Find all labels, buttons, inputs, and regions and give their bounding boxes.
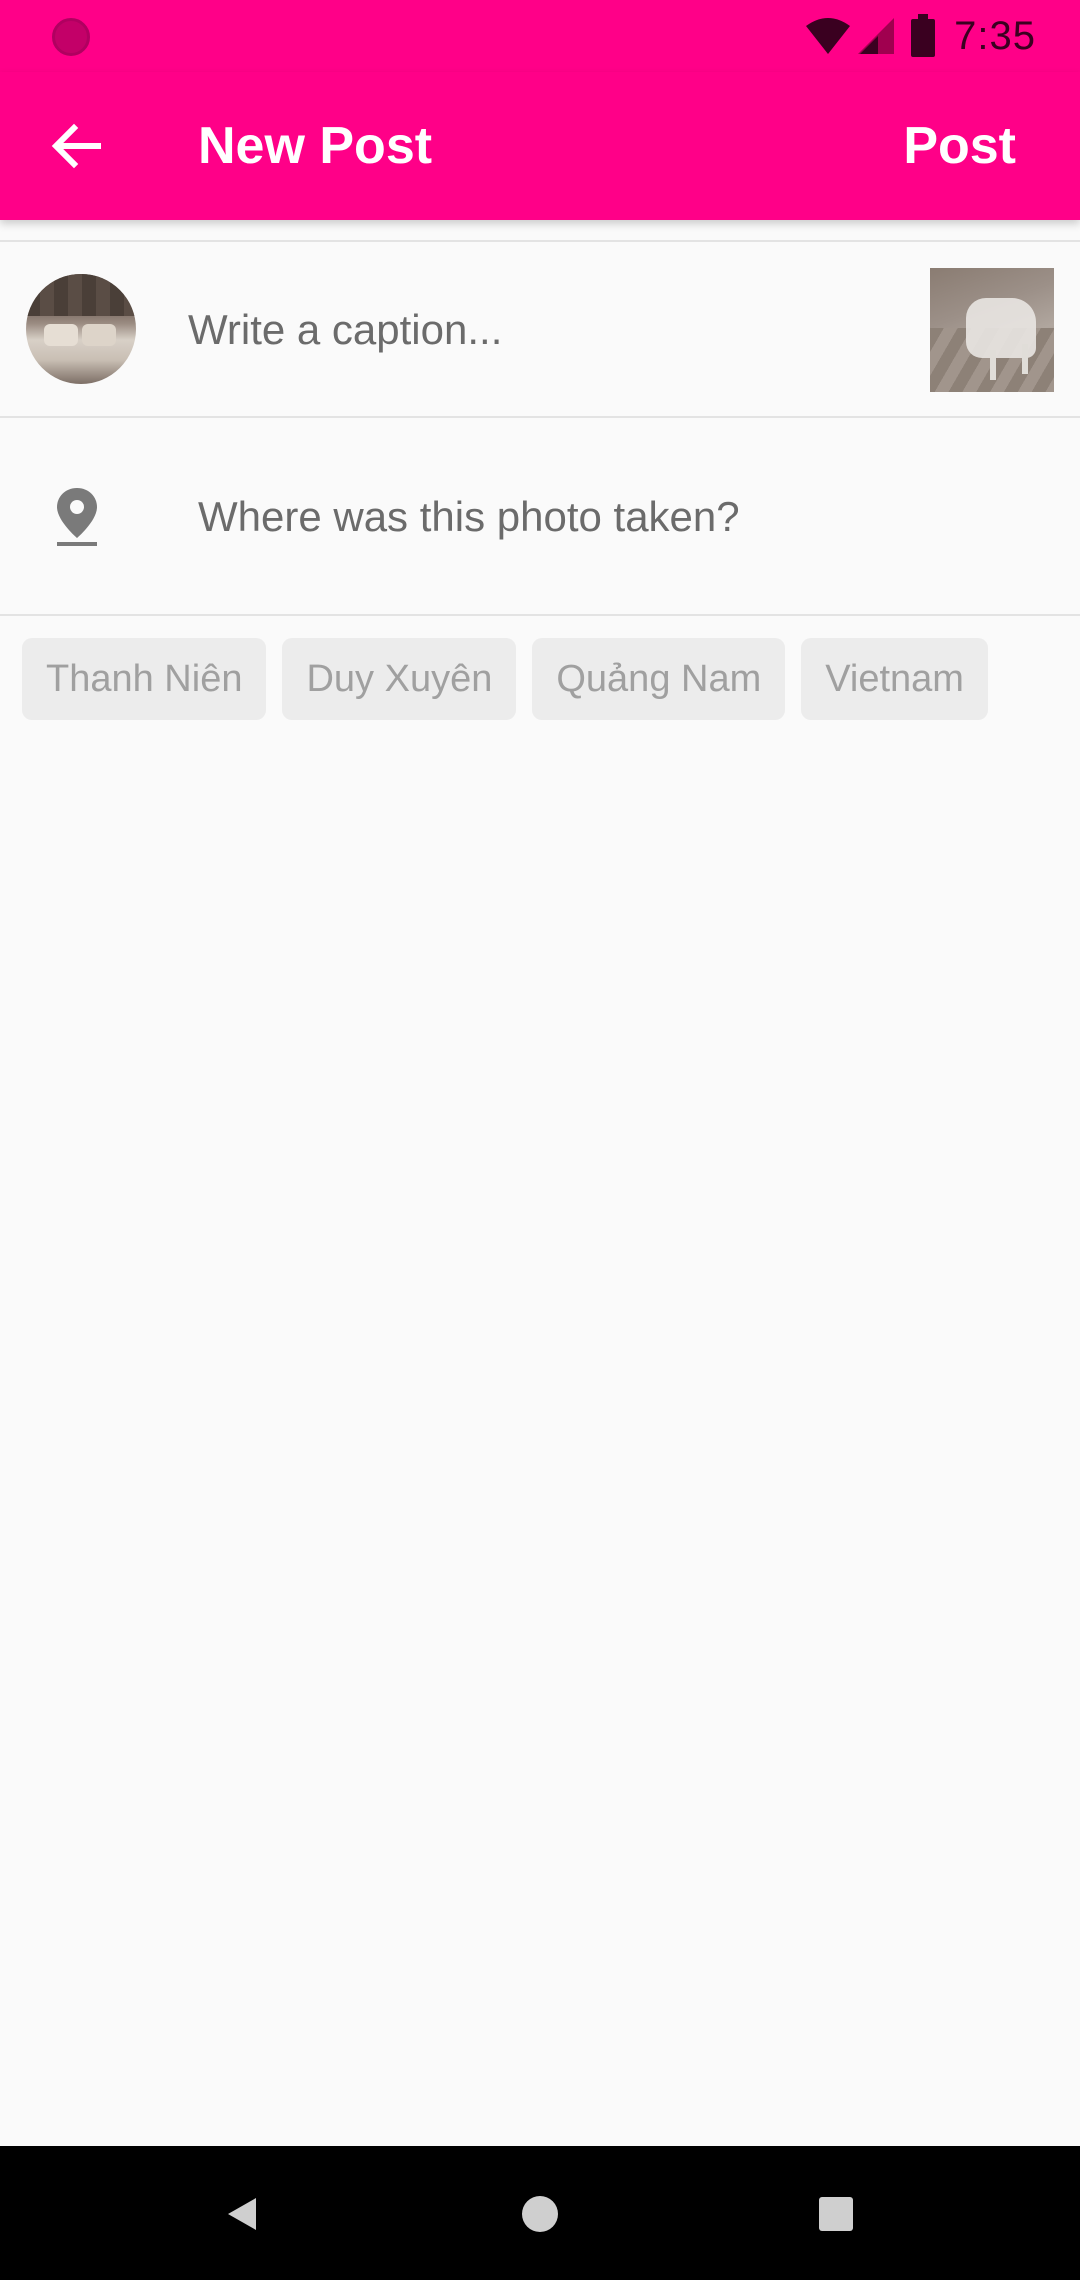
notification-dot-icon xyxy=(52,18,90,56)
avatar-pillow xyxy=(44,324,78,346)
home-circle-icon xyxy=(522,2196,558,2232)
system-nav-bar xyxy=(0,2146,1080,2280)
arrow-back-icon xyxy=(51,123,101,169)
divider xyxy=(0,614,1080,616)
status-bar: 7:35 xyxy=(0,0,1080,72)
caption-input[interactable] xyxy=(188,290,888,370)
location-chip[interactable]: Thanh Niên xyxy=(22,638,267,720)
page-title: New Post xyxy=(198,117,433,175)
location-chip[interactable]: Vietnam xyxy=(801,638,988,720)
nav-back-button[interactable] xyxy=(212,2184,272,2244)
post-button[interactable]: Post xyxy=(903,110,1016,182)
avatar-headboard xyxy=(26,274,136,316)
signal-icon xyxy=(858,18,895,54)
location-chip[interactable]: Quảng Nam xyxy=(532,638,786,720)
thumbnail-chair-leg xyxy=(990,350,996,380)
status-icons: 7:35 xyxy=(804,10,1036,62)
location-chip[interactable]: Duy Xuyên xyxy=(282,638,517,720)
divider xyxy=(0,416,1080,418)
avatar-pillow xyxy=(82,324,116,346)
nav-home-button[interactable] xyxy=(510,2184,570,2244)
location-pin-icon xyxy=(57,488,97,546)
app-bar: New Post Post xyxy=(0,72,1080,220)
recents-square-icon xyxy=(819,2197,853,2231)
avatar xyxy=(26,274,136,384)
wifi-icon xyxy=(806,18,851,54)
photo-thumbnail[interactable] xyxy=(930,268,1054,392)
location-field[interactable]: Where was this photo taken? xyxy=(198,482,740,552)
clock-time: 7:35 xyxy=(954,13,1036,58)
battery-icon xyxy=(911,14,936,57)
back-button[interactable] xyxy=(36,106,116,186)
thumbnail-chair-leg xyxy=(1022,344,1028,374)
divider xyxy=(0,240,1080,242)
nav-recents-button[interactable] xyxy=(806,2184,866,2244)
back-triangle-icon xyxy=(228,2198,256,2230)
new-post-screen: 7:35 New Post Post Where was this photo … xyxy=(0,0,1080,2280)
location-suggestions: Thanh Niên Duy Xuyên Quảng Nam Vietnam xyxy=(22,638,1004,720)
